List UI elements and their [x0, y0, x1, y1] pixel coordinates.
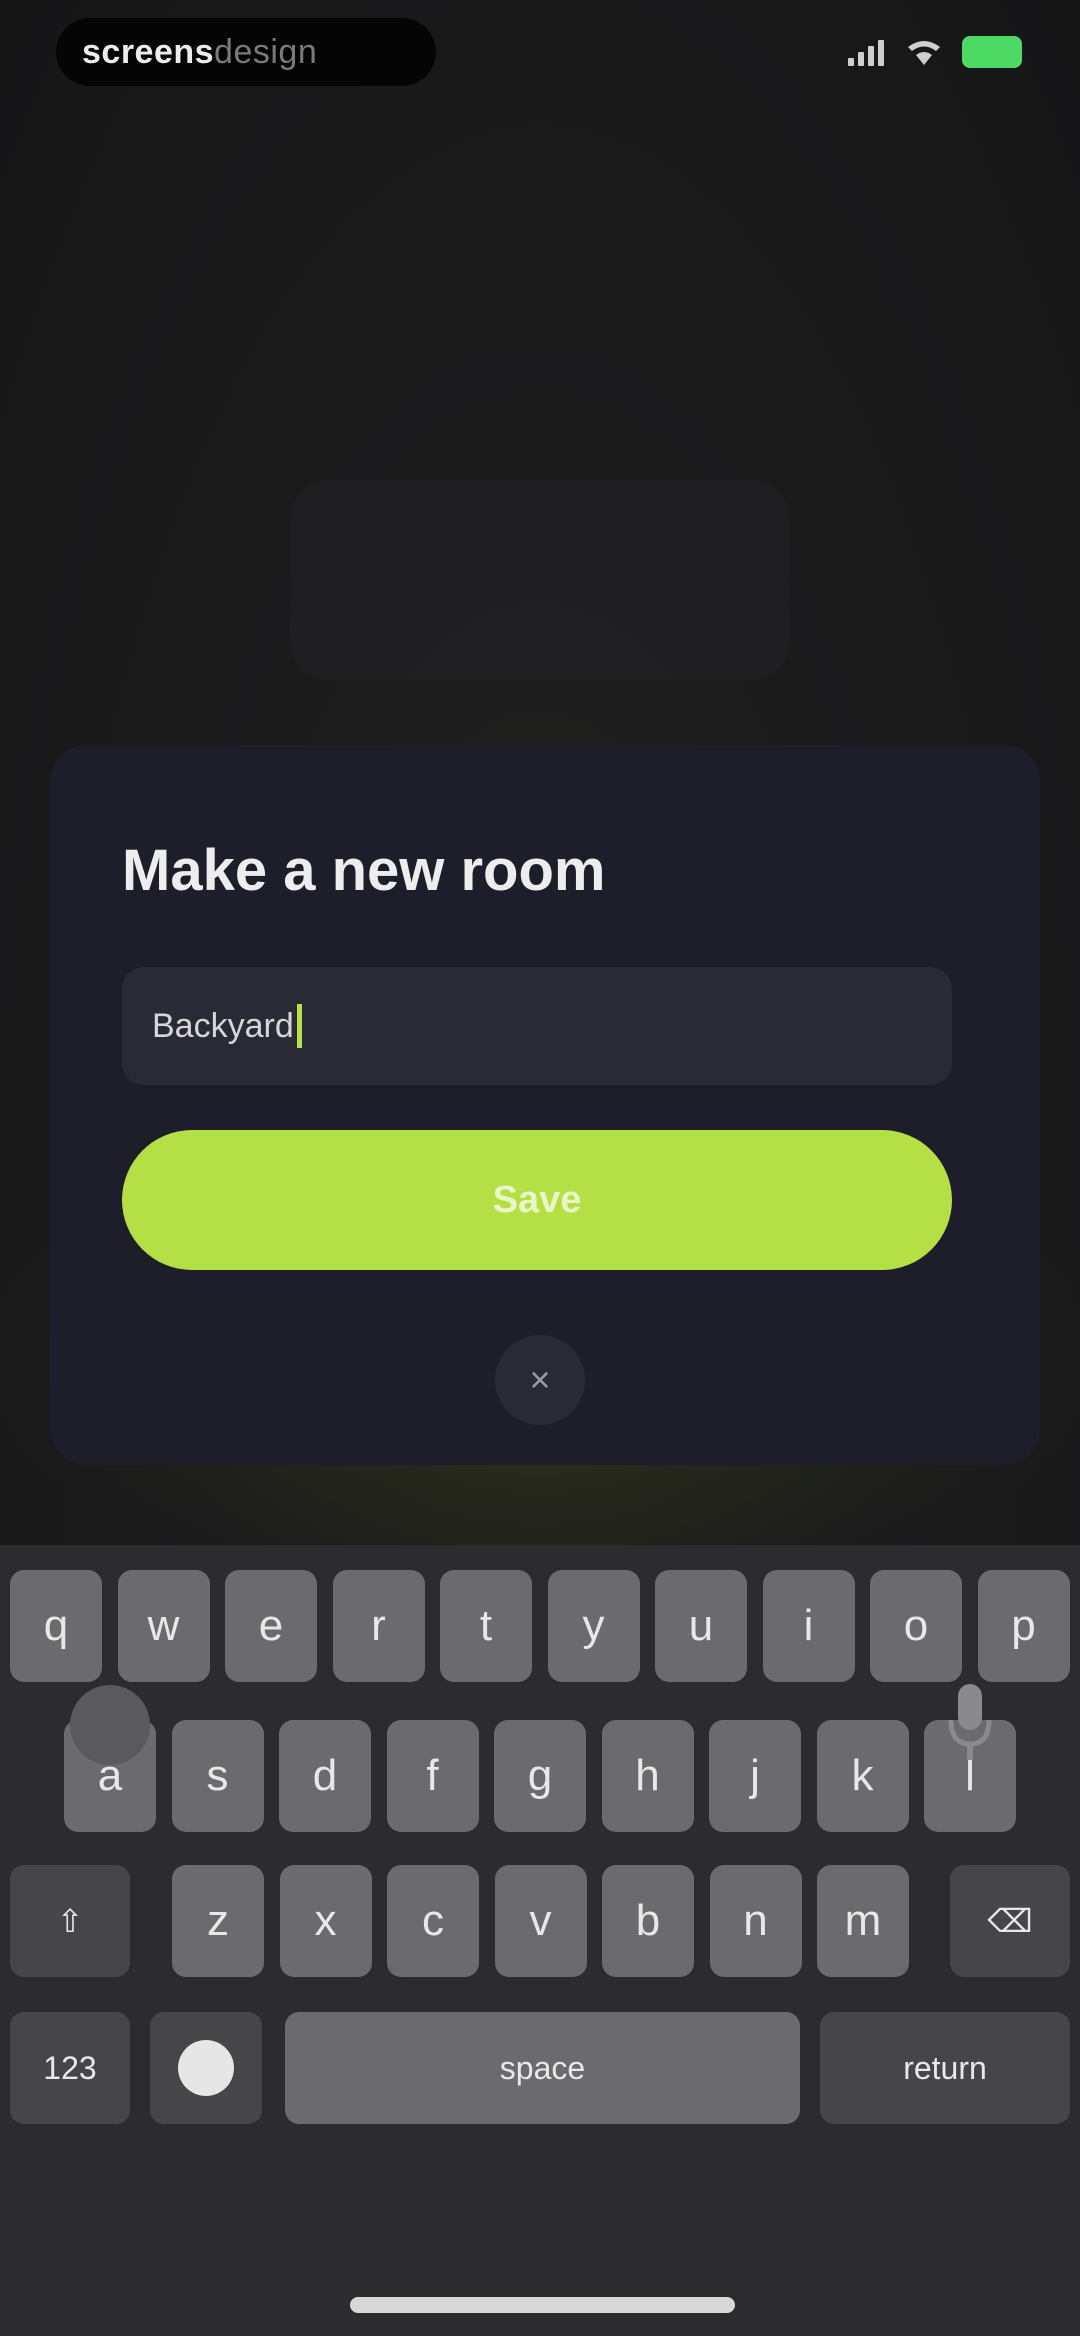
- home-indicator: [350, 2297, 735, 2313]
- shift-key[interactable]: ⇧: [10, 1865, 130, 1977]
- key-v[interactable]: v: [494, 1865, 587, 1977]
- key-d[interactable]: d: [279, 1720, 371, 1832]
- key-g[interactable]: g: [494, 1720, 586, 1832]
- key-x[interactable]: x: [279, 1865, 372, 1977]
- key-z[interactable]: z: [172, 1865, 264, 1977]
- key-e[interactable]: e: [225, 1570, 317, 1682]
- emoji-icon: [178, 2040, 234, 2096]
- key-h[interactable]: h: [601, 1720, 694, 1832]
- signal-icon: [848, 38, 886, 66]
- modal-title: Make a new room: [122, 838, 606, 903]
- key-u[interactable]: u: [655, 1570, 747, 1682]
- key-q[interactable]: q: [10, 1570, 102, 1682]
- battery-icon: [962, 36, 1022, 68]
- close-button[interactable]: ×: [495, 1335, 585, 1425]
- brand-pill: screens design: [56, 18, 436, 86]
- key-t[interactable]: t: [440, 1570, 532, 1682]
- save-button[interactable]: Save: [122, 1130, 952, 1270]
- key-y[interactable]: y: [547, 1570, 640, 1682]
- return-key[interactable]: return: [820, 2012, 1070, 2124]
- status-bar: screens design: [0, 0, 1080, 110]
- text-caret: [296, 1004, 302, 1048]
- key-o[interactable]: o: [870, 1570, 962, 1682]
- key-n[interactable]: n: [709, 1865, 802, 1977]
- delete-key[interactable]: ⌫: [950, 1865, 1070, 1977]
- key-w[interactable]: w: [117, 1570, 210, 1682]
- key-i[interactable]: i: [762, 1570, 855, 1682]
- brand-light-text: design: [214, 32, 318, 71]
- brand-bold-text: screens: [82, 32, 215, 71]
- status-icons: [848, 36, 1022, 68]
- wifi-icon: [908, 41, 940, 65]
- space-key[interactable]: space: [285, 2012, 800, 2124]
- key-f[interactable]: f: [386, 1720, 479, 1832]
- key-c[interactable]: c: [387, 1865, 479, 1977]
- microphone-icon[interactable]: [945, 1680, 995, 1766]
- new-room-modal: Make a new room Backyard Save ×: [50, 745, 1040, 1465]
- globe-icon[interactable]: [70, 1685, 150, 1765]
- emoji-key[interactable]: [150, 2012, 262, 2124]
- screen: screens design Make a new room Backyard …: [0, 0, 1080, 2336]
- key-m[interactable]: m: [817, 1865, 909, 1977]
- key-j[interactable]: j: [709, 1720, 801, 1832]
- room-name-value: Backyard: [152, 1006, 294, 1045]
- numbers-key[interactable]: 123: [10, 2012, 130, 2124]
- room-name-input[interactable]: Backyard: [122, 967, 952, 1085]
- key-s[interactable]: s: [171, 1720, 264, 1832]
- key-r[interactable]: r: [332, 1570, 425, 1682]
- close-icon: ×: [529, 1359, 551, 1400]
- key-k[interactable]: k: [816, 1720, 909, 1832]
- key-b[interactable]: b: [602, 1865, 694, 1977]
- background-card: [290, 480, 790, 680]
- key-p[interactable]: p: [977, 1570, 1070, 1682]
